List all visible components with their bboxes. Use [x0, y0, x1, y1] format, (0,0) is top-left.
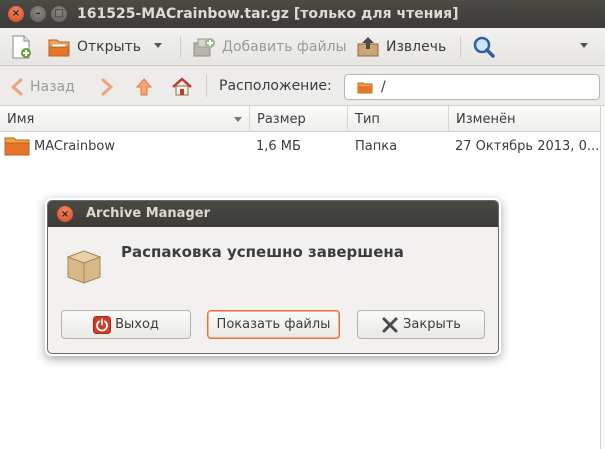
power-icon	[93, 315, 112, 334]
dialog-title: Archive Manager	[86, 206, 210, 221]
close-x-icon	[382, 317, 398, 332]
open-archive-icon	[48, 39, 70, 57]
file-list-header: Имя Размер Тип Изменён	[0, 106, 605, 132]
up-arrow-icon	[135, 78, 153, 96]
back-button[interactable]: Назад	[10, 76, 75, 98]
add-files-label: Добавить файлы	[222, 39, 347, 55]
up-button[interactable]	[134, 76, 154, 98]
extract-icon	[357, 37, 379, 57]
dialog-message: Распаковка успешно завершена	[121, 243, 404, 261]
show-files-label: Показать файлы	[216, 317, 331, 332]
new-archive-button[interactable]	[10, 32, 32, 62]
back-arrow-icon	[11, 78, 23, 96]
file-type: Папка	[355, 138, 398, 154]
open-button[interactable]: Открыть	[47, 32, 141, 62]
column-header-size[interactable]: Размер	[250, 106, 348, 132]
window-minimize-button[interactable]: –	[30, 6, 46, 22]
location-separator	[206, 75, 207, 97]
dialog-titlebar: × Archive Manager	[48, 201, 498, 227]
forward-button[interactable]	[100, 76, 114, 98]
column-header-modified[interactable]: Изменён	[449, 106, 600, 132]
minimize-icon: –	[35, 8, 41, 19]
add-files-button[interactable]: Добавить файлы	[192, 32, 347, 62]
back-label: Назад	[30, 79, 75, 95]
window-title: 161525-MACrainbow.tar.gz [только для чте…	[77, 6, 459, 22]
close-icon: ×	[60, 208, 70, 220]
extraction-complete-dialog: × Archive Manager Распаковка успешно зав…	[47, 200, 499, 354]
open-dropdown-arrow[interactable]	[154, 43, 162, 48]
file-name: MACrainbow	[34, 138, 115, 154]
extract-label: Извлечь	[386, 39, 447, 55]
home-icon	[172, 77, 192, 96]
home-button[interactable]	[171, 76, 193, 98]
location-value: /	[381, 79, 386, 95]
window-titlebar: × – □ 161525-MACrainbow.tar.gz [только д…	[0, 0, 605, 28]
overflow-menu-arrow[interactable]	[580, 43, 588, 48]
close-label: Закрыть	[403, 317, 461, 332]
folder-icon	[357, 82, 373, 93]
location-bar: Назад Расположение: /	[0, 66, 605, 106]
dialog-close-button[interactable]: ×	[57, 206, 73, 222]
quit-button[interactable]: Выход	[61, 310, 191, 339]
maximize-icon: □	[54, 8, 64, 19]
location-input[interactable]: /	[344, 74, 600, 100]
close-icon: ×	[11, 8, 21, 19]
location-label: Расположение:	[219, 78, 332, 94]
extract-button[interactable]: Извлечь	[356, 32, 446, 62]
close-button[interactable]: Закрыть	[357, 310, 485, 339]
open-label: Открыть	[77, 39, 141, 55]
column-header-type[interactable]: Тип	[348, 106, 449, 132]
toolbar: Открыть Добавить файлы Извлечь	[0, 28, 605, 66]
scrollbar-edge[interactable]	[600, 106, 605, 449]
add-files-icon	[193, 38, 215, 57]
toolbar-separator	[180, 36, 181, 58]
show-files-button[interactable]: Показать файлы	[207, 310, 340, 339]
file-modified: 27 Октябрь 2013, 0...	[455, 138, 599, 154]
folder-icon	[4, 137, 30, 156]
new-archive-icon	[12, 35, 31, 59]
table-row[interactable]: MACrainbow 1,6 МБ Папка 27 Октябрь 2013,…	[0, 133, 605, 159]
search-button[interactable]	[472, 32, 496, 62]
forward-arrow-icon	[101, 78, 113, 96]
quit-label: Выход	[115, 317, 159, 332]
toolbar-separator	[460, 36, 461, 58]
search-icon	[473, 36, 495, 58]
window-close-button[interactable]: ×	[8, 6, 24, 22]
column-header-name[interactable]: Имя	[0, 106, 250, 132]
package-box-icon	[66, 250, 102, 284]
sort-arrow-icon	[234, 117, 242, 122]
window-maximize-button[interactable]: □	[51, 6, 67, 22]
file-size: 1,6 МБ	[256, 138, 301, 154]
